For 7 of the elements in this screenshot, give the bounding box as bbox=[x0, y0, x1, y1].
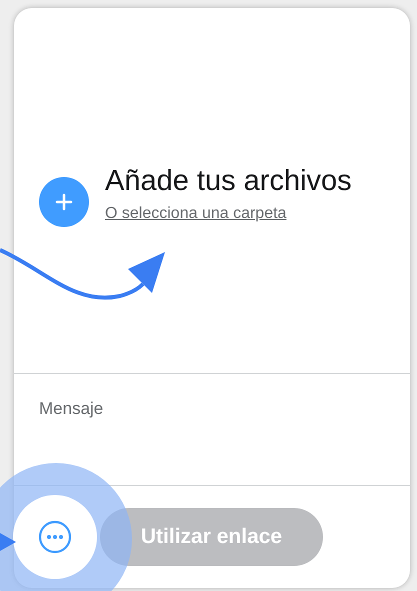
message-field[interactable]: Mensaje bbox=[39, 396, 385, 466]
arrow-head bbox=[0, 533, 16, 551]
add-files-button[interactable] bbox=[39, 176, 89, 226]
more-icon bbox=[38, 520, 72, 554]
select-folder-link[interactable]: O selecciona una carpeta bbox=[105, 202, 352, 226]
upload-title: Añade tus archivos bbox=[105, 164, 352, 199]
plus-icon bbox=[55, 192, 73, 210]
